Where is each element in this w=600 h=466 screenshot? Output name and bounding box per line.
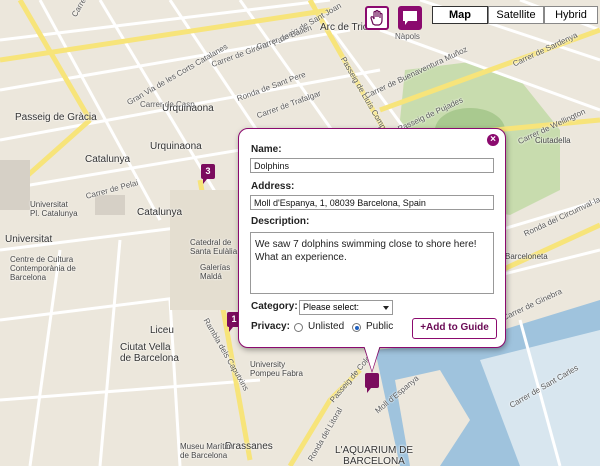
map-label: Passeig de Gràcia	[15, 112, 97, 123]
close-icon[interactable]: ×	[487, 134, 499, 146]
map-type-satellite[interactable]: Satellite	[488, 6, 544, 24]
name-field[interactable]: Dolphins	[250, 158, 494, 173]
map-label: Catalunya	[85, 154, 131, 165]
map-label: Museu Marítim de Barcelona	[180, 442, 233, 460]
map-label: Liceu	[150, 325, 174, 336]
privacy-radio-unlisted[interactable]	[294, 323, 303, 332]
map-label: Ciutadella	[535, 136, 571, 145]
privacy-label: Privacy:	[251, 321, 290, 332]
map-type-map[interactable]: Map	[432, 6, 488, 24]
map-marker[interactable]: 3	[201, 164, 215, 184]
map-label: Barceloneta	[505, 252, 548, 261]
category-select-value: Please select:	[303, 302, 360, 312]
address-field[interactable]: Moll d'Espanya, 1, 08039 Barcelona, Spai…	[250, 195, 494, 210]
privacy-option-unlisted: Unlisted	[308, 321, 345, 332]
map-label: Catedral de Santa Eulàlia	[190, 238, 238, 256]
map-label: Galerías Maldá	[200, 263, 231, 281]
map-label: Urquinaona	[162, 103, 214, 114]
category-select[interactable]: Please select:	[299, 300, 393, 315]
map-marker-active[interactable]	[365, 373, 379, 393]
speech-marker-icon	[403, 11, 417, 25]
map-type-hybrid[interactable]: Hybrid	[544, 6, 598, 24]
map-label: Urquinaona	[150, 141, 202, 152]
map-label: L'AQUARIUM DE BARCELONA	[335, 445, 414, 466]
name-label: Name:	[251, 144, 282, 155]
category-label: Category:	[251, 301, 298, 312]
pan-tool-button[interactable]	[365, 6, 389, 30]
popup-tail	[364, 345, 380, 371]
add-place-popup: × Name: Dolphins Address: Moll d'Espanya…	[238, 128, 506, 348]
map-label: Ciutat Vella de Barcelona	[120, 342, 179, 364]
add-marker-tool-button[interactable]	[398, 6, 422, 30]
chevron-down-icon	[383, 306, 389, 310]
map-label: University Pompeu Fabra	[250, 360, 303, 378]
address-label: Address:	[251, 181, 295, 192]
map-label: Universitat Pl. Catalunya	[30, 200, 78, 218]
map-label: Universitat	[5, 234, 53, 245]
privacy-option-public: Public	[366, 321, 394, 332]
privacy-radio-public[interactable]	[352, 323, 361, 332]
description-textarea[interactable]: We saw 7 dolphins swimming close to shor…	[250, 232, 494, 294]
map-label: Centre de Cultura Contemporània de Barce…	[10, 255, 76, 282]
add-to-guide-button[interactable]: +Add to Guide	[412, 318, 497, 339]
description-label: Description:	[251, 216, 310, 227]
map-label: Nàpols	[395, 32, 420, 41]
hand-icon	[370, 9, 383, 26]
map-label: Catalunya	[137, 207, 183, 218]
